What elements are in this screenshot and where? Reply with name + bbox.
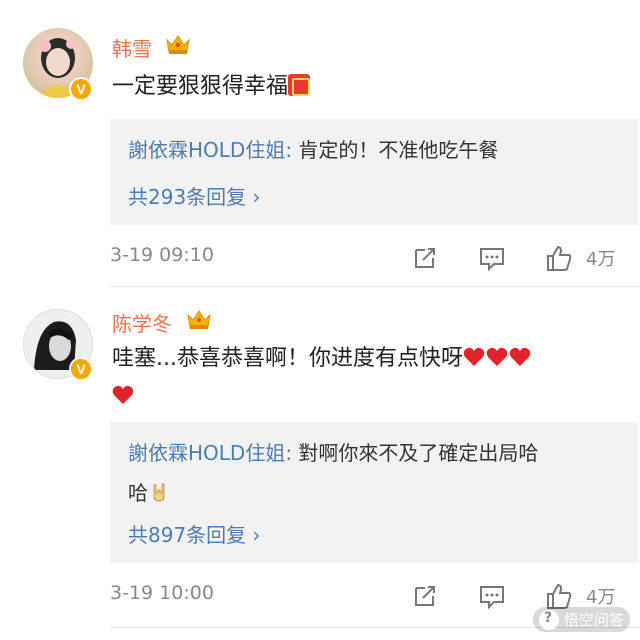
timestamp: 3-19 09:10 — [110, 244, 214, 266]
double-happiness-icon — [288, 74, 311, 96]
wukong-logo-icon — [538, 609, 559, 630]
verified-badge-icon: V — [69, 77, 93, 101]
watermark: 悟空问答 — [532, 607, 630, 632]
timestamp: 3-19 10:00 — [110, 582, 214, 604]
reply-content: 對啊你來不及了確定出局哈 — [298, 441, 539, 465]
comment-text: 一定要狠狠得幸福 — [112, 68, 620, 106]
reply-author[interactable]: 謝依霖HOLD住姐: — [128, 138, 292, 162]
comment-item: V 韩雪 一定要狠狠得幸福 謝依霖HOLD住姐: 肯定的！不准他吃午餐 共293… — [0, 0, 640, 286]
username[interactable]: 陈学冬 — [112, 308, 172, 337]
comment-item: V 陈学冬 哇塞...恭喜恭喜啊！你进度有点快呀 謝依霖HOLD住姐: 對啊你來… — [0, 287, 640, 617]
more-replies-link[interactable]: 共293条回复 › — [128, 181, 261, 210]
username[interactable]: 韩雪 — [112, 33, 152, 62]
repost-icon[interactable] — [411, 244, 439, 272]
like-count: 4万 — [586, 587, 616, 608]
more-replies-link[interactable]: 共897条回复 › — [128, 519, 261, 548]
comment-icon[interactable] — [478, 244, 506, 272]
reply-box[interactable]: 謝依霖HOLD住姐: 對啊你來不及了確定出局哈 哈 共897条回复 › — [110, 422, 638, 563]
comment-meta: 3-19 09:10 4万 — [0, 244, 640, 274]
heart-icon — [509, 347, 531, 366]
comment-icon[interactable] — [478, 582, 506, 610]
reply-text: 謝依霖HOLD住姐: 對啊你來不及了確定出局哈 哈 — [128, 433, 620, 513]
verified-badge-icon: V — [69, 357, 93, 381]
crown-icon — [166, 35, 190, 54]
reply-author[interactable]: 謝依霖HOLD住姐: — [128, 441, 292, 465]
heart-icon — [463, 347, 485, 366]
reply-content: 哈 — [128, 481, 148, 505]
comment-text: 哇塞...恭喜恭喜啊！你进度有点快呀 — [112, 340, 620, 416]
reply-text: 謝依霖HOLD住姐: 肯定的！不准他吃午餐 — [128, 130, 620, 170]
repost-icon[interactable] — [411, 582, 439, 610]
like-icon[interactable] — [545, 244, 573, 272]
heart-icon — [486, 347, 508, 366]
heart-icon — [112, 385, 134, 404]
watermark-text: 悟空问答 — [563, 611, 624, 629]
rock-hand-icon — [148, 476, 170, 502]
like-icon[interactable] — [545, 582, 573, 610]
like-count: 4万 — [586, 249, 616, 270]
reply-content: 肯定的！不准他吃午餐 — [298, 138, 499, 162]
reply-box[interactable]: 謝依霖HOLD住姐: 肯定的！不准他吃午餐 共293条回复 › — [110, 119, 638, 225]
crown-icon — [187, 310, 211, 329]
